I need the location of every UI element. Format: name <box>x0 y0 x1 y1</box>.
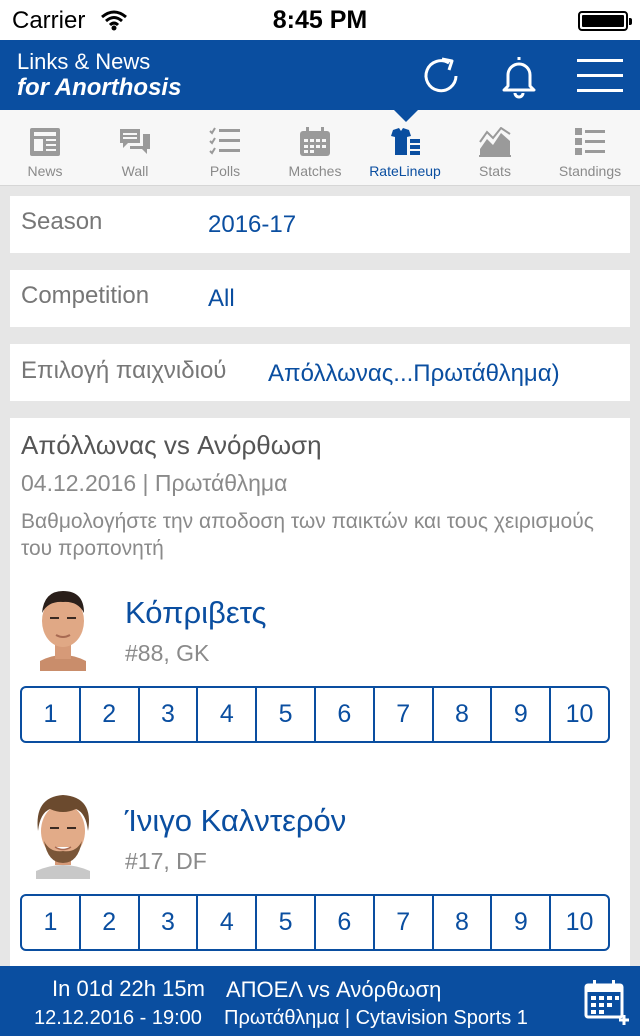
calendar-icon <box>300 127 330 156</box>
match-instructions: Βαθμολογήστε την αποδοση των παικτών και… <box>21 510 594 560</box>
player-photo <box>26 791 100 879</box>
rating-selector: 1 2 3 4 5 6 7 8 9 10 <box>20 894 610 951</box>
competition-label: Competition <box>21 282 150 309</box>
checklist-icon <box>209 127 240 155</box>
refresh-icon[interactable] <box>416 51 466 101</box>
rating-button[interactable]: 6 <box>316 688 375 741</box>
rating-button[interactable]: 9 <box>492 896 552 949</box>
tab-matches[interactable]: Matches <box>270 110 360 186</box>
player-number-position: #88, GK <box>125 640 210 666</box>
rating-selector: 1 2 3 4 5 6 7 8 9 10 <box>20 686 610 743</box>
competition-row[interactable]: Competition All <box>10 270 630 327</box>
bell-icon[interactable] <box>494 51 544 101</box>
player-number-position: #17, DF <box>125 848 207 874</box>
match-date: 04.12.2016 | Πρωτάθλημα <box>21 470 288 496</box>
rating-button[interactable]: 1 <box>22 896 81 949</box>
tab-wall[interactable]: Wall <box>90 110 180 186</box>
next-match-details: Πρωτάθλημα | Cytavision Sports 1 <box>224 1007 528 1029</box>
rating-button[interactable]: 4 <box>198 688 258 741</box>
tab-label: Stats <box>479 163 511 179</box>
rating-button[interactable]: 2 <box>81 688 140 741</box>
next-match-bar[interactable]: In 01d 22h 15m ΑΠΟΕΛ vs Ανόρθωση 12.12.2… <box>0 966 640 1036</box>
tab-label: News <box>27 163 63 179</box>
ranking-icon <box>575 128 605 155</box>
rating-button[interactable]: 10 <box>551 688 608 741</box>
match-rating-card: Απόλλωνας vs Ανόρθωση 04.12.2016 | Πρωτά… <box>10 418 630 966</box>
app-title-line2: for Anorthosis <box>17 74 182 101</box>
game-select-label: Επιλογή παιχνιδιού <box>21 357 227 384</box>
app-title-line1: Links & News <box>17 49 151 74</box>
game-select-value[interactable]: Απόλλωνας...Πρωτάθλημα) <box>268 360 560 388</box>
tab-news[interactable]: News <box>0 110 90 186</box>
tab-standings[interactable]: Standings <box>545 110 635 186</box>
rating-button[interactable]: 10 <box>551 896 608 949</box>
tab-label: Wall <box>121 163 149 179</box>
tab-label: Matches <box>288 163 342 179</box>
tab-bar: News Wall Polls Matches RateLineup Stats… <box>0 110 640 186</box>
add-to-calendar-icon[interactable] <box>582 977 632 1027</box>
season-label: Season <box>21 208 103 235</box>
player-name: Ίνιγο Καλντερόν <box>125 803 347 838</box>
tab-ratelineup[interactable]: RateLineup <box>360 110 450 186</box>
rating-button[interactable]: 3 <box>140 896 199 949</box>
clock: 8:45 PM <box>272 6 368 34</box>
player-name: Κόπριβετς <box>125 595 267 630</box>
tab-label: Polls <box>209 163 241 179</box>
season-row[interactable]: Season 2016-17 <box>10 196 630 253</box>
rating-button[interactable]: 4 <box>198 896 258 949</box>
tab-label: Standings <box>558 163 622 179</box>
next-match-teams: ΑΠΟΕΛ vs Ανόρθωση <box>226 977 442 1002</box>
lineup-icon <box>391 128 420 155</box>
rating-button[interactable]: 6 <box>316 896 375 949</box>
countdown: In 01d 22h 15m <box>52 976 205 1001</box>
app-header: Links & News for Anorthosis <box>0 40 640 110</box>
game-select-row[interactable]: Επιλογή παιχνιδιού Απόλλωνας...Πρωτάθλημ… <box>10 344 630 401</box>
match-title: Απόλλωνας vs Ανόρθωση <box>21 430 322 460</box>
rating-button[interactable]: 8 <box>434 896 493 949</box>
competition-value[interactable]: All <box>208 285 235 313</box>
chart-icon <box>479 127 511 157</box>
rating-button[interactable]: 1 <box>22 688 81 741</box>
news-icon <box>30 128 60 156</box>
rating-button[interactable]: 2 <box>81 896 140 949</box>
rating-button[interactable]: 8 <box>434 688 493 741</box>
chat-icon <box>120 129 150 154</box>
tab-stats[interactable]: Stats <box>450 110 540 186</box>
status-bar: Carrier 8:45 PM <box>0 0 640 40</box>
menu-icon[interactable] <box>575 51 625 101</box>
rating-button[interactable]: 7 <box>375 688 434 741</box>
next-match-datetime: 12.12.2016 - 19:00 <box>34 1007 202 1029</box>
tab-polls[interactable]: Polls <box>180 110 270 186</box>
rating-button[interactable]: 5 <box>257 688 316 741</box>
rating-button[interactable]: 9 <box>492 688 552 741</box>
battery-icon <box>578 11 632 31</box>
season-value[interactable]: 2016-17 <box>208 211 296 239</box>
rating-button[interactable]: 5 <box>257 896 316 949</box>
player-photo <box>26 583 100 671</box>
rating-button[interactable]: 7 <box>375 896 434 949</box>
tab-label: RateLineup <box>369 163 441 179</box>
rating-button[interactable]: 3 <box>140 688 199 741</box>
